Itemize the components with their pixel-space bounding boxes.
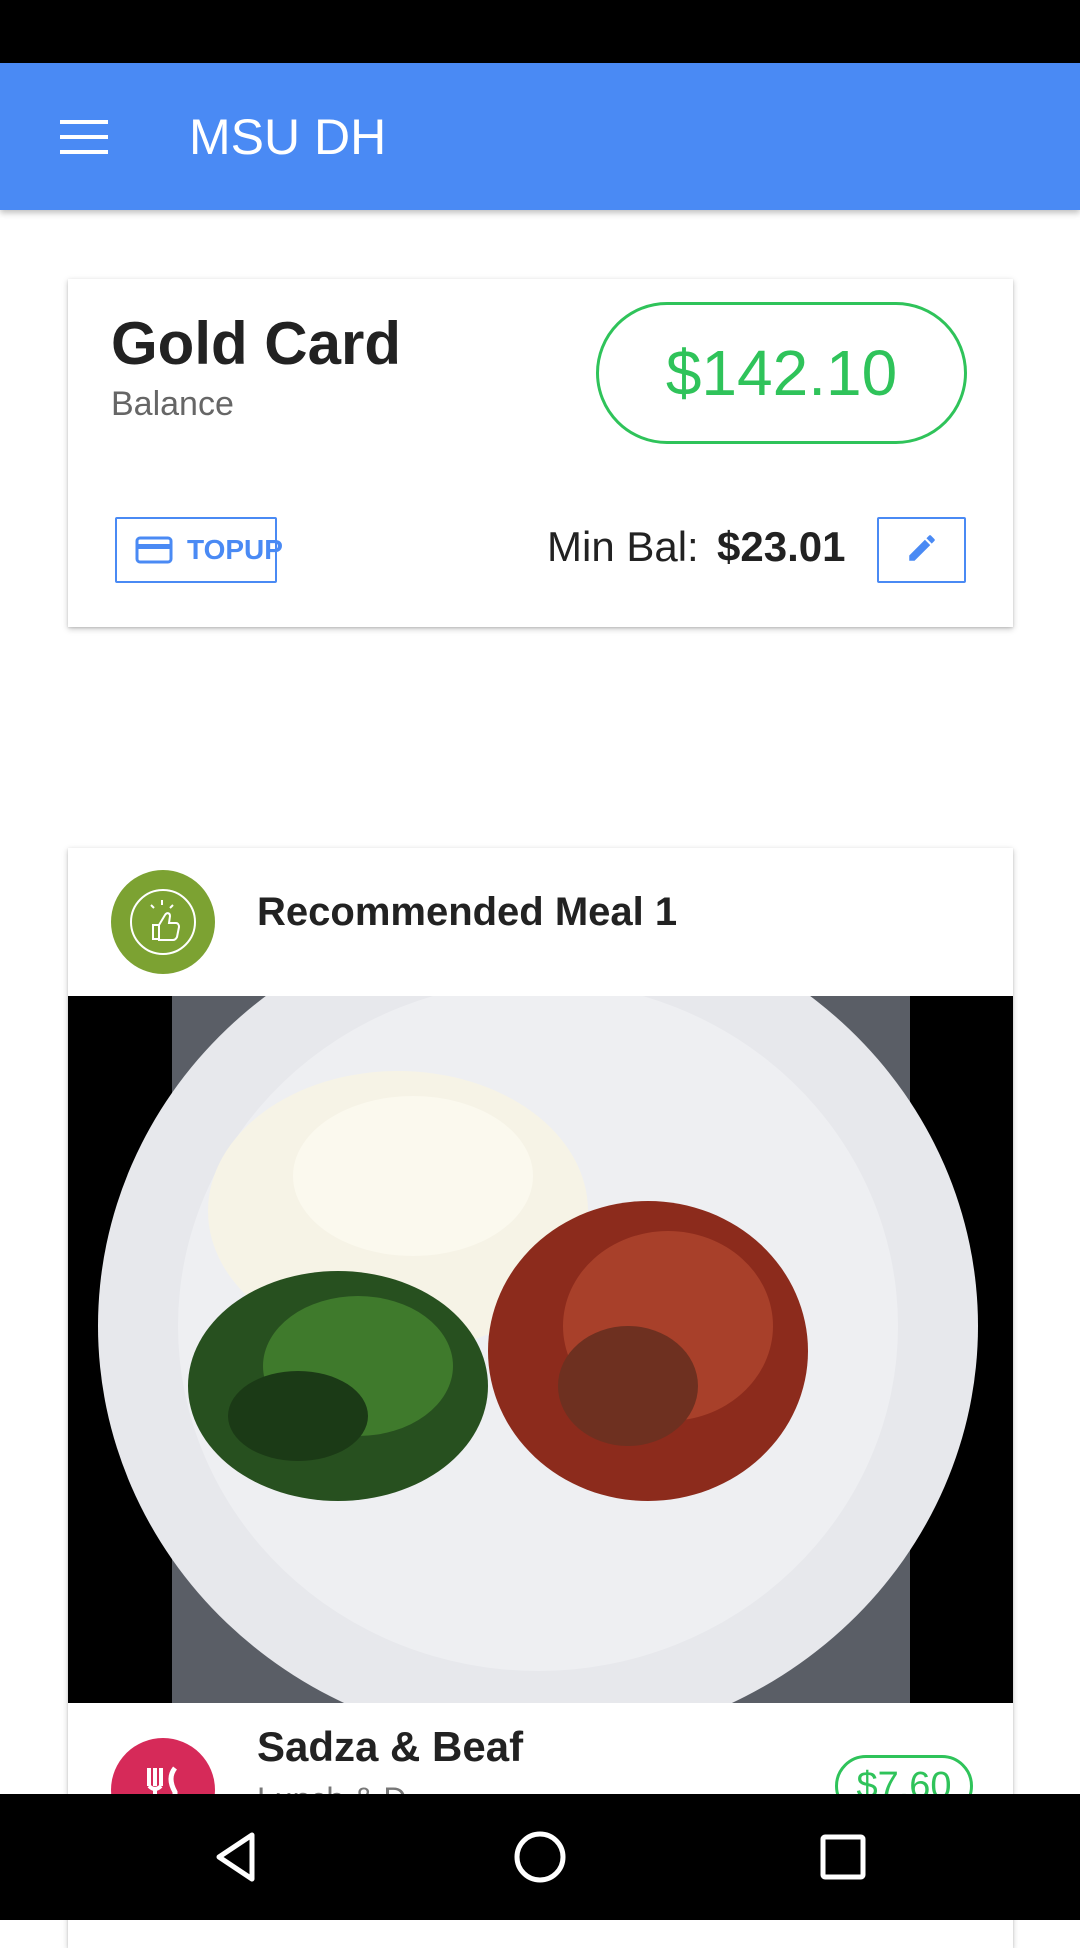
pencil-icon bbox=[905, 531, 939, 570]
app-bar: MSU DH bbox=[0, 63, 1080, 210]
card-title: Gold Card bbox=[111, 310, 402, 377]
recents-icon[interactable] bbox=[813, 1827, 873, 1887]
menu-icon[interactable] bbox=[60, 120, 108, 154]
credit-card-icon bbox=[135, 536, 173, 564]
app-title: MSU DH bbox=[189, 109, 387, 165]
min-balance-label: Min Bal: bbox=[547, 523, 699, 570]
meal-heading: Recommended Meal 1 bbox=[257, 890, 678, 934]
balance-amount: $142.10 bbox=[596, 302, 967, 444]
min-balance-value: $23.01 bbox=[717, 523, 846, 570]
balance-card: Gold Card Balance $142.10 TOPUP Min Bal:… bbox=[68, 279, 1013, 627]
recommended-meal-card[interactable]: Recommended Meal 1 Sadza & Beaf Lunch & … bbox=[68, 848, 1013, 1948]
topup-label: TOPUP bbox=[187, 534, 283, 565]
navigation-bar bbox=[0, 1794, 1080, 1920]
meal-card-header: Recommended Meal 1 bbox=[68, 848, 1013, 996]
thumbs-up-icon bbox=[111, 870, 215, 974]
topup-button[interactable]: TOPUP bbox=[115, 517, 283, 583]
edit-min-balance-button[interactable] bbox=[877, 517, 966, 583]
card-subtitle: Balance bbox=[111, 385, 234, 423]
meal-photo[interactable] bbox=[68, 996, 1013, 1703]
meal-name: Sadza & Beaf bbox=[257, 1723, 524, 1770]
back-icon[interactable] bbox=[207, 1827, 267, 1887]
home-icon[interactable] bbox=[510, 1827, 570, 1887]
status-bar bbox=[0, 0, 1080, 63]
